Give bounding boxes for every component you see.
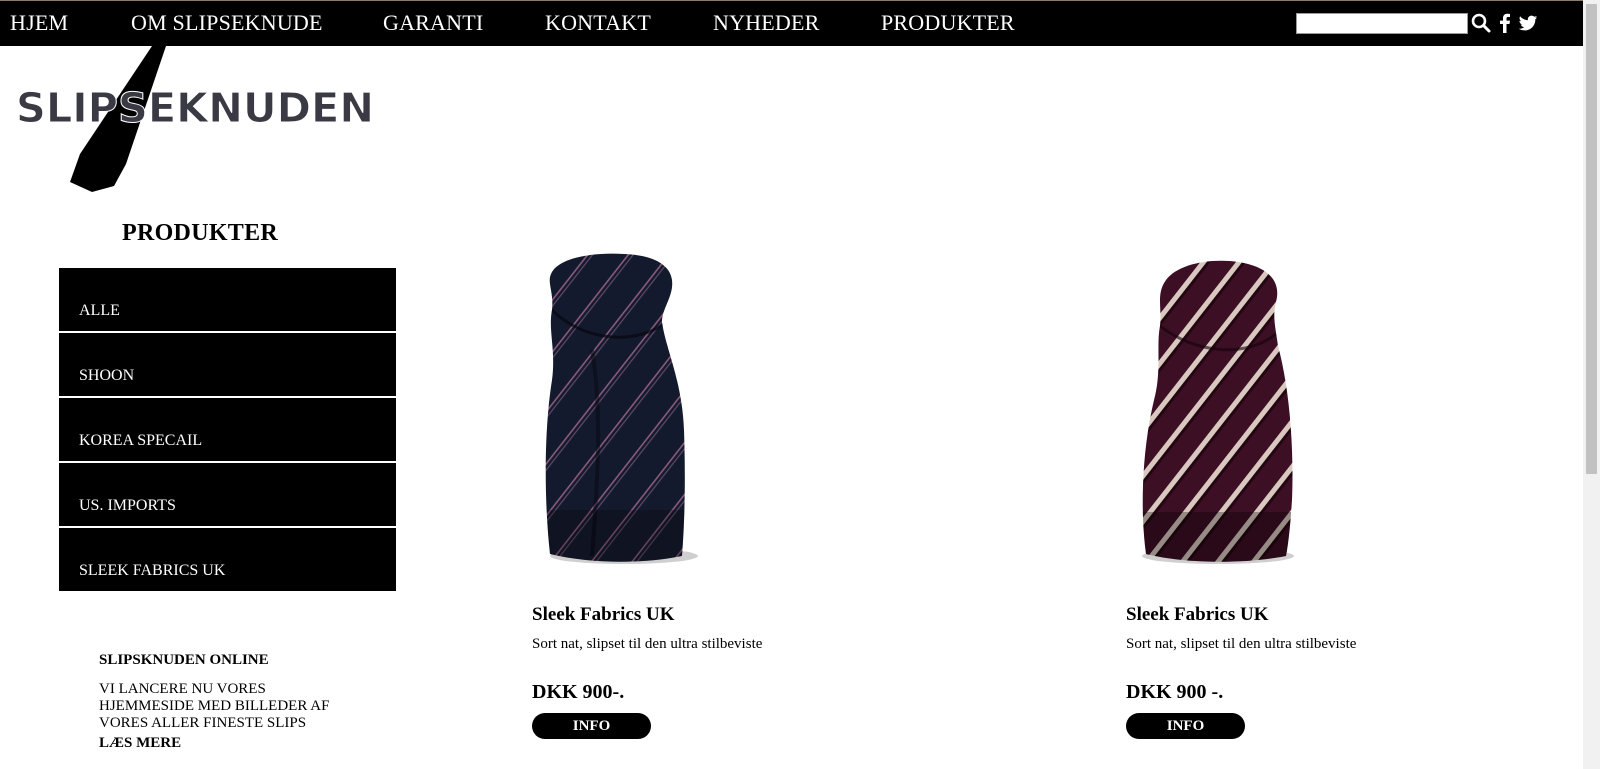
twitter-icon[interactable]: [1517, 12, 1539, 34]
site-logo[interactable]: SLIPSEKNUDEN: [14, 44, 389, 194]
product-name: Sleek Fabrics UK: [1126, 604, 1269, 625]
nav-item-garanti[interactable]: GARANTI: [383, 10, 483, 36]
category-item-sleek-fabrics-uk[interactable]: SLEEK FABRICS UK: [59, 528, 396, 591]
top-navigation: HJEM OM SLIPSEKNUDE GARANTI KONTAKT NYHE…: [0, 0, 1583, 46]
product-name: Sleek Fabrics UK: [532, 604, 675, 625]
nav-item-om-slipseknude[interactable]: OM SLIPSEKNUDE: [131, 10, 323, 36]
product-card: Sleek Fabrics UK Sort nat, slipset til d…: [1126, 250, 1486, 739]
category-item-alle[interactable]: ALLE: [59, 268, 396, 331]
product-price: DKK 900 -.: [1126, 681, 1224, 703]
category-item-us-imports[interactable]: US. IMPORTS: [59, 463, 396, 526]
facebook-icon[interactable]: [1494, 12, 1516, 34]
news-body: VI LANCERE NU VORES HJEMMESIDE MED BILLE…: [99, 681, 330, 731]
news-title: SLIPSKNUDEN ONLINE: [99, 652, 269, 668]
search-input[interactable]: [1296, 13, 1468, 34]
category-item-shoon[interactable]: SHOON: [59, 333, 396, 396]
product-image-burgundy-tie[interactable]: [1126, 250, 1311, 570]
logo-text: SLIPSEKNUDEN: [16, 84, 374, 132]
product-description: Sort nat, slipset til den ultra stilbevi…: [532, 636, 763, 652]
nav-item-hjem[interactable]: HJEM: [10, 10, 68, 36]
news-box: SLIPSKNUDEN ONLINE VI LANCERE NU VORES H…: [99, 652, 359, 752]
nav-item-produkter[interactable]: PRODUKTER: [881, 10, 1015, 36]
product-card: Sleek Fabrics UK Sort nat, slipset til d…: [532, 250, 892, 739]
nav-item-kontakt[interactable]: KONTAKT: [545, 10, 651, 36]
vertical-scrollbar[interactable]: [1583, 0, 1600, 769]
info-button[interactable]: INFO: [1126, 713, 1245, 739]
sidebar-title: PRODUKTER: [122, 220, 279, 246]
read-more-link[interactable]: LÆS MERE: [99, 735, 359, 752]
category-item-korea-specail[interactable]: KOREA SPECAIL: [59, 398, 396, 461]
product-description: Sort nat, slipset til den ultra stilbevi…: [1126, 636, 1357, 652]
scrollbar-thumb[interactable]: [1586, 4, 1597, 474]
product-image-navy-tie[interactable]: [532, 250, 717, 570]
info-button[interactable]: INFO: [532, 713, 651, 739]
nav-item-nyheder[interactable]: NYHEDER: [713, 10, 820, 36]
category-menu: ALLE SHOON KOREA SPECAIL US. IMPORTS SLE…: [59, 268, 396, 593]
search-icon[interactable]: [1470, 12, 1492, 34]
product-price: DKK 900-.: [532, 681, 625, 703]
